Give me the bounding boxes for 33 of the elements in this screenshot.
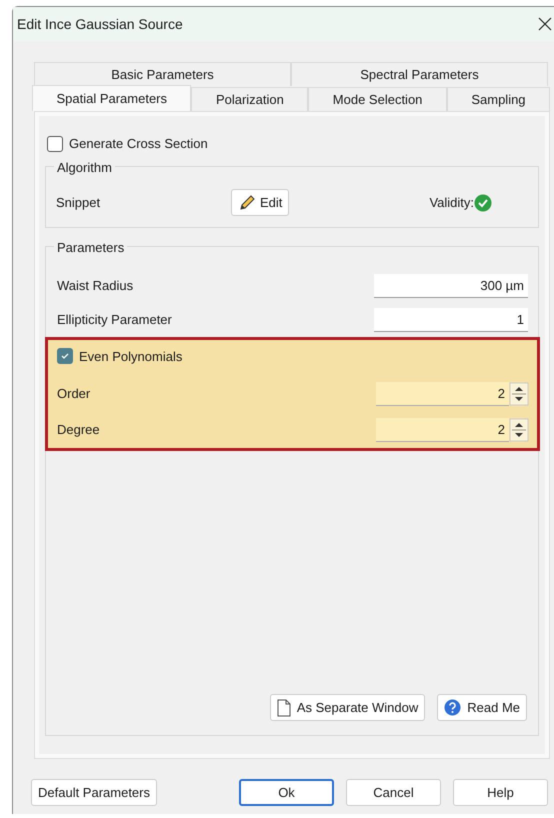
window-title: Edit Ince Gaussian Source: [17, 14, 183, 34]
tab[interactable]: Mode Selection: [308, 87, 447, 111]
tab[interactable]: Spatial Parameters: [32, 85, 192, 111]
field-label: Degree: [57, 421, 100, 440]
tab[interactable]: Basic Parameters: [34, 62, 291, 86]
checkbox[interactable]: [47, 136, 63, 152]
tab[interactable]: Spectral Parameters: [291, 62, 548, 86]
snippet-label: Snippet: [56, 194, 102, 212]
checkbox[interactable]: [57, 348, 73, 364]
checkbox-label: Even Polynomials: [79, 348, 182, 366]
dialog-button[interactable]: Help: [453, 779, 548, 806]
field-label: Ellipticity Parameter: [57, 310, 172, 329]
read-me-button[interactable]: Read Me: [437, 694, 527, 721]
close-icon[interactable]: [538, 17, 552, 31]
checkbox-label: Generate Cross Section: [69, 135, 208, 153]
checkmark-icon: [60, 351, 70, 362]
pencil-icon: [238, 194, 256, 212]
dialog-button[interactable]: Ok: [239, 779, 334, 806]
input-field[interactable]: 1: [374, 308, 528, 332]
field-label: Order: [57, 385, 90, 404]
spin-arrows-icon[interactable]: [509, 418, 529, 442]
dialog-button[interactable]: Default Parameters: [31, 779, 157, 806]
help-icon: [444, 699, 462, 716]
input-field[interactable]: 300 µm: [374, 274, 528, 298]
spin-arrows-icon[interactable]: [509, 382, 529, 406]
tab[interactable]: Sampling: [446, 87, 550, 111]
validity-label: Validity:: [429, 194, 474, 212]
tab[interactable]: Polarization: [191, 87, 308, 111]
field-label: Waist Radius: [57, 276, 134, 295]
document-icon: [276, 698, 291, 716]
separate-window-button[interactable]: As Separate Window: [270, 694, 426, 721]
dialog-button[interactable]: Cancel: [346, 779, 441, 806]
edit-button[interactable]: Edit: [231, 189, 290, 216]
